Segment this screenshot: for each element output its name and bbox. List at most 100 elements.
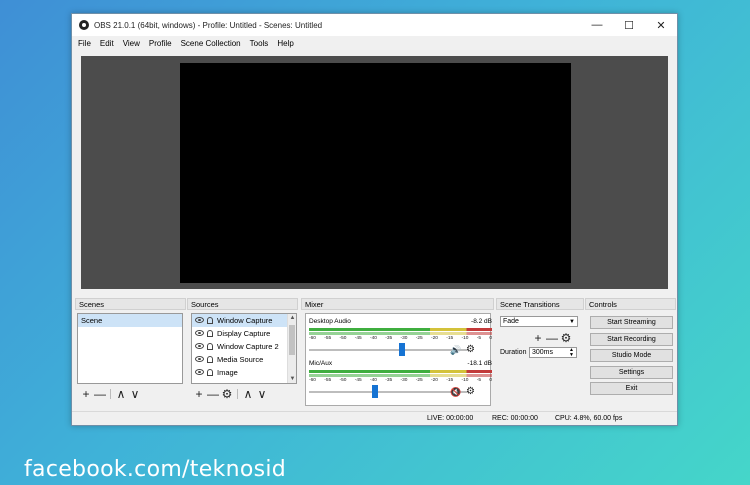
sources-dock-title: Sources xyxy=(187,298,298,310)
transition-select[interactable]: Fade ▼ xyxy=(500,316,578,327)
volume-slider-thumb[interactable] xyxy=(399,343,405,356)
audio-meter xyxy=(309,374,492,377)
scene-item[interactable]: Scene xyxy=(78,314,182,327)
mixer-track-desktop: Desktop Audio -8.2 dB -60 -55 -50 -45 -40 -35… xyxy=(309,318,492,357)
source-item[interactable]: Window Capture xyxy=(192,314,296,327)
scroll-thumb[interactable] xyxy=(289,325,295,355)
scroll-up-arrow-icon[interactable]: ▲ xyxy=(289,315,296,321)
visibility-eye-icon[interactable] xyxy=(195,343,204,349)
controls-dock-title: Controls xyxy=(585,298,676,310)
lock-icon[interactable] xyxy=(207,356,213,363)
source-label: Image xyxy=(217,368,238,377)
minimize-button[interactable]: — xyxy=(581,14,613,36)
duration-value: 300ms xyxy=(532,349,554,356)
source-label: Media Source xyxy=(217,355,264,364)
source-label: Window Capture 2 xyxy=(217,342,279,351)
cpu-fps-status: CPU: 4.8%, 60.00 fps xyxy=(555,415,623,422)
remove-transition-button[interactable]: — xyxy=(545,332,559,344)
exit-button[interactable]: Exit xyxy=(590,382,673,395)
menu-tools[interactable]: Tools xyxy=(250,39,269,48)
meter-ticks: -60 -55 -50 -45 -40 -35 -30 -25 -20 -15 -10 -5 0 xyxy=(309,336,492,341)
obs-window: OBS 21.0.1 (64bit, windows) - Profile: U… xyxy=(71,13,678,426)
lock-icon[interactable] xyxy=(207,317,213,324)
scroll-down-arrow-icon[interactable]: ▼ xyxy=(289,376,296,382)
track-level: -18.1 dB xyxy=(467,360,492,367)
menu-help[interactable]: Help xyxy=(277,39,293,48)
controls-dock: Start Streaming Start Recording Studio M… xyxy=(585,311,676,407)
remove-source-button[interactable]: — xyxy=(206,388,220,400)
move-source-up-button[interactable]: ∧ xyxy=(241,388,255,400)
close-button[interactable]: ✕ xyxy=(645,14,677,36)
visibility-eye-icon[interactable] xyxy=(195,317,204,323)
menu-edit[interactable]: Edit xyxy=(100,39,114,48)
track-level: -8.2 dB xyxy=(471,318,492,325)
settings-button[interactable]: Settings xyxy=(590,366,673,379)
source-item[interactable]: Media Source xyxy=(192,353,296,366)
toolbar-divider xyxy=(237,389,238,399)
menu-scene-collection[interactable]: Scene Collection xyxy=(181,39,241,48)
volume-slider-track[interactable] xyxy=(309,349,469,351)
studio-mode-button[interactable]: Studio Mode xyxy=(590,349,673,362)
audio-meter xyxy=(309,332,492,335)
scenes-list[interactable]: Scene xyxy=(77,313,183,384)
preview-area[interactable] xyxy=(81,56,668,289)
speaker-icon[interactable]: 🔊 xyxy=(450,345,461,356)
mixer-dock: Desktop Audio -8.2 dB -60 -55 -50 -45 -40 -35… xyxy=(301,311,494,407)
gear-icon[interactable]: ⚙ xyxy=(466,344,475,355)
toolbar-divider xyxy=(110,389,111,399)
sources-list[interactable]: Window Capture Display Capture Window Ca… xyxy=(191,313,297,384)
status-bar: LIVE: 00:00:00 REC: 00:00:00 CPU: 4.8%, … xyxy=(72,411,677,425)
lock-icon[interactable] xyxy=(207,343,213,350)
lock-icon[interactable] xyxy=(207,330,213,337)
track-name: Mic/Aux xyxy=(309,360,333,367)
scenes-dock: Scene + — ∧ ∨ xyxy=(75,311,186,407)
track-name: Desktop Audio xyxy=(309,318,351,325)
muted-speaker-icon[interactable]: 🔇 xyxy=(450,387,461,398)
source-item[interactable]: Window Capture 2 xyxy=(192,340,296,353)
move-scene-up-button[interactable]: ∧ xyxy=(114,388,128,400)
menu-view[interactable]: View xyxy=(123,39,140,48)
visibility-eye-icon[interactable] xyxy=(195,330,204,336)
add-transition-button[interactable]: + xyxy=(531,332,545,344)
start-recording-button[interactable]: Start Recording xyxy=(590,333,673,346)
source-item[interactable]: Image xyxy=(192,366,296,379)
sources-scrollbar[interactable]: ▲ ▼ xyxy=(287,314,296,383)
window-title: OBS 21.0.1 (64bit, windows) - Profile: U… xyxy=(94,20,323,30)
sources-dock: Window Capture Display Capture Window Ca… xyxy=(187,311,299,407)
visibility-eye-icon[interactable] xyxy=(195,369,204,375)
title-bar[interactable]: OBS 21.0.1 (64bit, windows) - Profile: U… xyxy=(72,14,677,36)
volume-slider-thumb[interactable] xyxy=(372,385,378,398)
mixer-panel: Desktop Audio -8.2 dB -60 -55 -50 -45 -40 -35… xyxy=(305,313,492,406)
menu-bar: File Edit View Profile Scene Collection … xyxy=(72,36,677,51)
menu-profile[interactable]: Profile xyxy=(149,39,172,48)
source-item[interactable]: Display Capture xyxy=(192,327,296,340)
meter-ticks: -60 -55 -50 -45 -40 -35 -30 -25 -20 -15 -10 -5 0 xyxy=(309,378,492,383)
source-label: Display Capture xyxy=(217,329,271,338)
duration-label: Duration xyxy=(500,349,527,356)
volume-slider-track[interactable] xyxy=(309,391,469,393)
spin-arrows-icon[interactable]: ▲ ▼ xyxy=(569,348,574,358)
gear-icon[interactable]: ⚙ xyxy=(466,386,475,397)
audio-meter xyxy=(309,370,492,373)
visibility-eye-icon[interactable] xyxy=(195,356,204,362)
add-scene-button[interactable]: + xyxy=(79,388,93,400)
maximize-button[interactable]: ☐ xyxy=(613,14,645,36)
transition-properties-gear-icon[interactable]: ⚙ xyxy=(559,332,573,344)
transitions-dock-title: Scene Transitions xyxy=(496,298,584,310)
start-streaming-button[interactable]: Start Streaming xyxy=(590,316,673,329)
duration-spinbox[interactable]: 300ms ▲ ▼ xyxy=(529,347,577,358)
scenes-dock-title: Scenes xyxy=(75,298,186,310)
transition-selected-value: Fade xyxy=(503,318,519,325)
obs-logo-icon xyxy=(79,20,89,30)
lock-icon[interactable] xyxy=(207,369,213,376)
move-scene-down-button[interactable]: ∨ xyxy=(128,388,142,400)
source-properties-gear-icon[interactable]: ⚙ xyxy=(220,388,234,400)
transitions-dock: Fade ▼ + — ⚙ Duration 300ms ▲ ▼ xyxy=(496,311,584,407)
mixer-track-mic: Mic/Aux -18.1 dB -60 -55 -50 -45 -40 -35 -30 -2… xyxy=(309,360,492,399)
mixer-dock-title: Mixer xyxy=(301,298,494,310)
menu-file[interactable]: File xyxy=(78,39,91,48)
add-source-button[interactable]: + xyxy=(192,388,206,400)
move-source-down-button[interactable]: ∨ xyxy=(255,388,269,400)
remove-scene-button[interactable]: — xyxy=(93,388,107,400)
preview-canvas[interactable] xyxy=(180,63,571,283)
